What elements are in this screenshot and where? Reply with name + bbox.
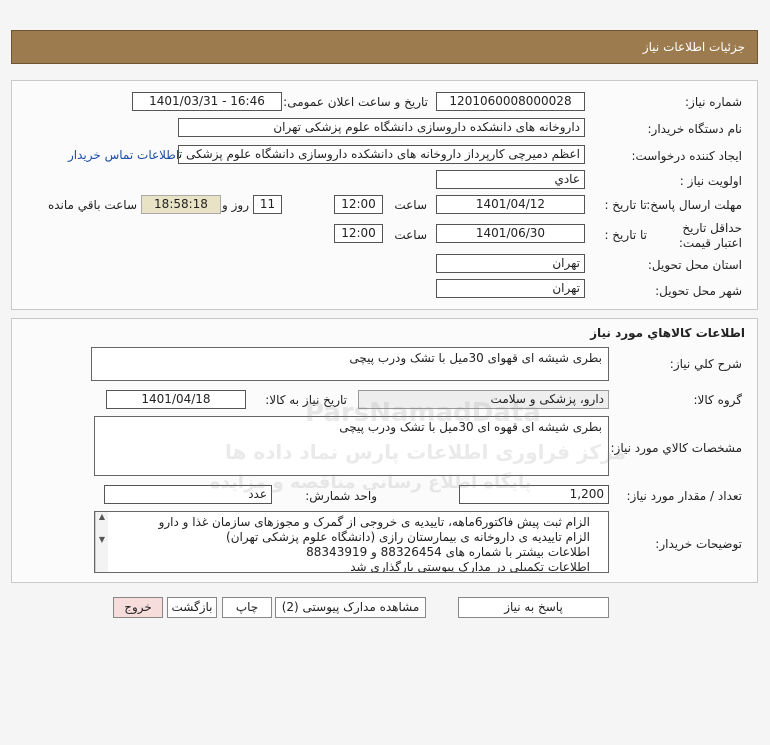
buyer-notes-label: توضیحات خریدار: <box>655 537 742 551</box>
buyer-note-line: اطلاعات بیشتر با شماره های 88326454 و 88… <box>306 545 590 559</box>
group-label: گروه کالا: <box>693 393 743 407</box>
buyer-notes-field: الزام ثبت پیش فاکتور6ماهه، تاییدیه ی خرو… <box>94 511 609 573</box>
announce-datetime-field: 1401/03/31 - 16:46 <box>132 92 282 111</box>
priority-field: عادي <box>436 170 585 189</box>
exit-button[interactable]: خروج <box>113 597 163 618</box>
scroll-up-icon[interactable]: ▲ <box>96 512 108 521</box>
buyer-org-label: نام دستگاه خریدار: <box>647 122 743 136</box>
quantity-label: تعداد / مقدار مورد نیاز: <box>626 489 742 503</box>
spec-field: بطری شیشه ای قهوه ای 30میل با تشک ودرب پ… <box>94 416 609 476</box>
unit-field: عدد <box>104 485 272 504</box>
validity-time-field: 12:00 <box>334 224 383 243</box>
need-number-field: 1201060008000028 <box>436 92 585 111</box>
price-validity-label-text: حداقل تاریخ اعتبار قیمت: <box>678 221 742 250</box>
summary-label: شرح کلي نياز: <box>669 357 742 371</box>
buyer-note-line: الزام تاییدیه ی داروخانه ی بیمارستان راز… <box>226 530 590 544</box>
validity-date-field: 1401/06/30 <box>436 224 585 243</box>
need-info-panel <box>11 80 758 310</box>
validity-time-label: ساعت <box>394 228 427 242</box>
back-button[interactable]: بازگشت <box>167 597 217 618</box>
province-field: تهران <box>436 254 585 273</box>
summary-field: بطری شیشه ای قهوای 30میل با تشک ودرب پیچ… <box>91 347 609 381</box>
province-label: استان محل تحویل: <box>647 258 742 272</box>
creator-label: ایجاد کننده درخواست: <box>631 149 742 163</box>
deadline-time-label: ساعت <box>394 198 427 212</box>
days-remaining-field: 11 <box>253 195 282 214</box>
days-label: روز و <box>222 198 249 212</box>
remaining-time-field: 18:58:18 <box>141 195 221 214</box>
deadline-to-date-label: تا تاریخ : <box>604 198 647 212</box>
need-date-field: 1401/04/18 <box>106 390 246 409</box>
validity-to-date-label: تا تاریخ : <box>604 228 647 242</box>
view-attachments-button[interactable]: مشاهده مدارک پیوستی (2) <box>275 597 426 618</box>
buyer-org-field: داروخانه های دانشکده داروسازی دانشگاه عل… <box>178 118 585 137</box>
goods-section-title: اطلاعات کالاهاي مورد نياز <box>590 326 745 340</box>
notes-scrollbar[interactable]: ▲ ▼ <box>95 512 108 572</box>
priority-label: اولویت نیاز : <box>679 174 742 188</box>
deadline-date-field: 1401/04/12 <box>436 195 585 214</box>
spec-label: مشخصات کالاي مورد نياز: <box>610 441 742 455</box>
need-number-label: شماره نیاز: <box>685 95 742 109</box>
remaining-time-label: ساعت باقي مانده <box>47 198 137 212</box>
page-header: جزئیات اطلاعات نیاز <box>11 30 758 64</box>
price-validity-label: حداقل تاریخ اعتبار قیمت: <box>656 221 742 251</box>
deadline-time-field: 12:00 <box>334 195 383 214</box>
announce-datetime-label: تاریخ و ساعت اعلان عمومی: <box>283 95 428 109</box>
city-field: تهران <box>436 279 585 298</box>
creator-field: اعظم دمیرچی کارپرداز داروخانه های دانشکد… <box>178 145 585 164</box>
unit-label: واحد شمارش: <box>305 489 377 503</box>
reply-button[interactable]: پاسخ به نیاز <box>458 597 609 618</box>
quantity-field: 1,200 <box>459 485 609 504</box>
scroll-down-icon[interactable]: ▼ <box>96 535 108 544</box>
page-title: جزئیات اطلاعات نیاز <box>642 40 745 54</box>
deadline-label: مهلت ارسال پاسخ: <box>646 198 742 212</box>
buyer-note-line: اطلاعات تکمیلی در مدارک پیوستی بارگذاری … <box>350 560 590 573</box>
buyer-note-line: الزام ثبت پیش فاکتور6ماهه، تاییدیه ی خرو… <box>158 515 590 529</box>
print-button[interactable]: چاپ <box>222 597 272 618</box>
group-field: دارو، پزشکی و سلامت <box>358 390 609 409</box>
contact-buyer-link[interactable]: اطلاعات تماس خریدار <box>68 148 179 162</box>
need-date-label: تاریخ نیاز به کالا: <box>265 393 347 407</box>
city-label: شهر محل تحویل: <box>655 284 742 298</box>
